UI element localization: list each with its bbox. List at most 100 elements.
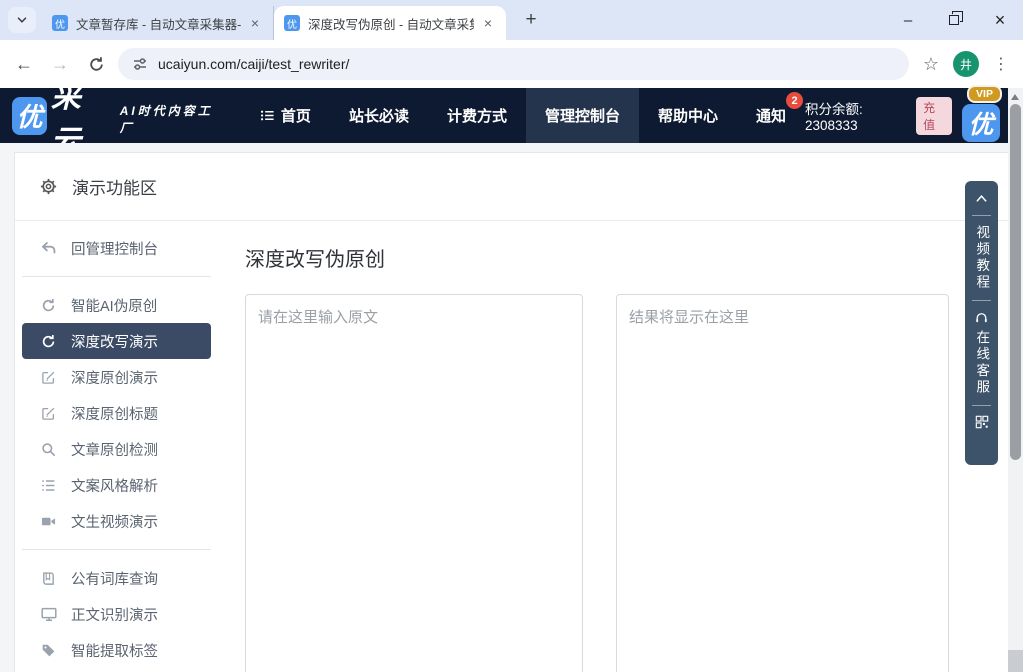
video-tutorial-link[interactable]: 视频教程 [975,225,989,291]
reply-arrow-icon [40,240,57,257]
new-tab-button[interactable]: + [518,7,544,33]
site-favicon: 优 [284,15,300,31]
tab-close-icon[interactable]: × [480,15,496,31]
sidebar-divider [22,276,211,277]
address-bar[interactable]: ucaiyun.com/caiji/test_rewriter/ [118,48,909,80]
back-button[interactable]: ← [12,52,36,76]
tab-title: 文章暂存库 - 自动文章采集器- [76,14,241,33]
window-restore-button[interactable] [931,0,977,40]
sidebar-item-label: 文生视频演示 [71,511,158,532]
window-close-button[interactable]: × [977,0,1023,40]
tab-close-icon[interactable]: × [247,15,263,31]
sidebar-item-label: 智能提取标签 [71,640,158,661]
sidebar-item-ai-rewrite[interactable]: 智能AI伪原创 [22,287,211,323]
gear-icon [39,177,58,196]
source-text-input[interactable] [245,294,583,672]
url-text[interactable]: ucaiyun.com/caiji/test_rewriter/ [158,56,349,72]
chevron-up-icon[interactable] [974,191,989,206]
scrollbar-up-arrow[interactable] [1011,94,1019,100]
sidebar-item-label: 深度原创标题 [71,403,158,424]
sidebar-item-label: 深度改写演示 [71,331,158,352]
chevron-down-icon [15,13,29,27]
headset-icon [974,310,989,325]
tab-title: 深度改写伪原创 - 自动文章采集 [308,14,474,33]
nav-item-notifications[interactable]: 通知 2 [737,88,805,143]
nav-item-home[interactable]: 首页 [241,88,330,143]
window-minimize-button[interactable]: – [885,0,931,40]
user-avatar[interactable]: 优 [962,104,1000,142]
browser-menu-icon[interactable]: ⋮ [993,54,1009,74]
vertical-scrollbar[interactable] [1008,88,1023,672]
nav-item-pricing[interactable]: 计费方式 [428,88,526,143]
sidebar-item-tag-extraction[interactable]: 智能提取标签 [22,632,211,668]
tag-icon [40,643,57,658]
restore-icon [949,15,959,25]
scrollbar-bottom[interactable] [1008,650,1023,672]
sidebar-item-body-recognition[interactable]: 正文识别演示 [22,596,211,632]
browser-profile-avatar[interactable]: 井 [953,51,979,77]
browser-toolbar: ← → ucaiyun.com/caiji/test_rewriter/ ☆ 井… [0,40,1023,88]
panel-title-row: 演示功能区 [15,153,1008,221]
sidebar-item-deep-rewrite-demo[interactable]: 深度改写演示 [22,323,211,359]
nav-item-console[interactable]: 管理控制台 [526,88,639,143]
panel-divider [972,300,991,301]
sidebar-item-label: 文案风格解析 [71,475,158,496]
edit-icon [40,370,57,385]
qr-code-icon[interactable] [975,415,989,429]
section-heading: 深度改写伪原创 [245,243,385,272]
sidebar-item-deep-original-title[interactable]: 深度原创标题 [22,395,211,431]
nav-label: 站长必读 [349,105,409,126]
recharge-button[interactable]: 充值 [916,97,952,135]
sidebar-item-label: 回管理控制台 [71,238,158,259]
sidebar-item-label: 正文识别演示 [71,604,158,625]
sidebar-item-text-to-video[interactable]: 文生视频演示 [22,503,211,539]
nav-label: 首页 [281,105,311,126]
window-controls: – × [885,0,1023,40]
sidebar-item-deep-original-demo[interactable]: 深度原创演示 [22,359,211,395]
toolbar-right: ☆ 井 ⋮ [923,51,1015,77]
video-camera-icon [40,514,57,529]
tab-search-button[interactable] [8,7,36,33]
browser-tab-strip: 优 文章暂存库 - 自动文章采集器- × 优 深度改写伪原创 - 自动文章采集 … [0,0,1023,40]
site-settings-icon[interactable] [132,56,148,72]
sidebar-item-label: 文章原创检测 [71,439,158,460]
result-text-output[interactable] [616,294,949,672]
edit-icon [40,406,57,421]
browser-tab-2-active[interactable]: 优 深度改写伪原创 - 自动文章采集 × [274,6,506,40]
site-header: 优 采云 AI时代内容工厂 首页 站长必读 计费方式 管理控制台 帮助中心 通知… [0,88,1008,143]
page-content: 演示功能区 回管理控制台 智能AI伪原创 深度改写演示 深度原创演示 深度原创标… [0,143,1008,672]
reload-icon [88,56,105,73]
user-avatar-wrap: 优 VIP [962,93,998,139]
browser-tab-1[interactable]: 优 文章暂存库 - 自动文章采集器- × [42,6,274,40]
list-icon [260,108,275,123]
sidebar-item-label: 深度原创演示 [71,367,158,388]
nav-item-help[interactable]: 帮助中心 [639,88,737,143]
sidebar-item-back-console[interactable]: 回管理控制台 [22,230,211,266]
sidebar-divider [22,549,211,550]
nav-label: 管理控制台 [545,105,620,126]
notification-badge: 2 [786,92,803,109]
sidebar-item-label: 公有词库查询 [71,568,158,589]
ordered-list-icon [40,478,57,493]
site-favicon: 优 [52,15,68,31]
nav-label: 通知 [756,105,786,126]
panel-divider [972,405,991,406]
online-service-link[interactable]: 在线客服 [975,330,989,396]
sidebar-item-label: 智能AI伪原创 [71,295,157,316]
points-balance: 积分余额: 2308333 [805,98,908,133]
refresh-icon [40,298,57,313]
nav-item-must-read[interactable]: 站长必读 [330,88,428,143]
bookmark-star-icon[interactable]: ☆ [923,54,939,75]
main-nav: 首页 站长必读 计费方式 管理控制台 帮助中心 通知 2 [241,88,805,143]
panel-divider [972,215,991,216]
vip-badge: VIP [967,85,1002,103]
sidebar-item-style-analysis[interactable]: 文案风格解析 [22,467,211,503]
site-logo[interactable]: 优 [12,97,47,135]
monitor-icon [40,606,57,622]
sidebar-item-public-lexicon[interactable]: 公有词库查询 [22,560,211,596]
refresh-icon [40,334,57,349]
page-title: 演示功能区 [72,174,157,199]
header-right: 积分余额: 2308333 充值 优 VIP [805,93,998,139]
scrollbar-thumb[interactable] [1010,104,1021,460]
sidebar-item-originality-check[interactable]: 文章原创检测 [22,431,211,467]
